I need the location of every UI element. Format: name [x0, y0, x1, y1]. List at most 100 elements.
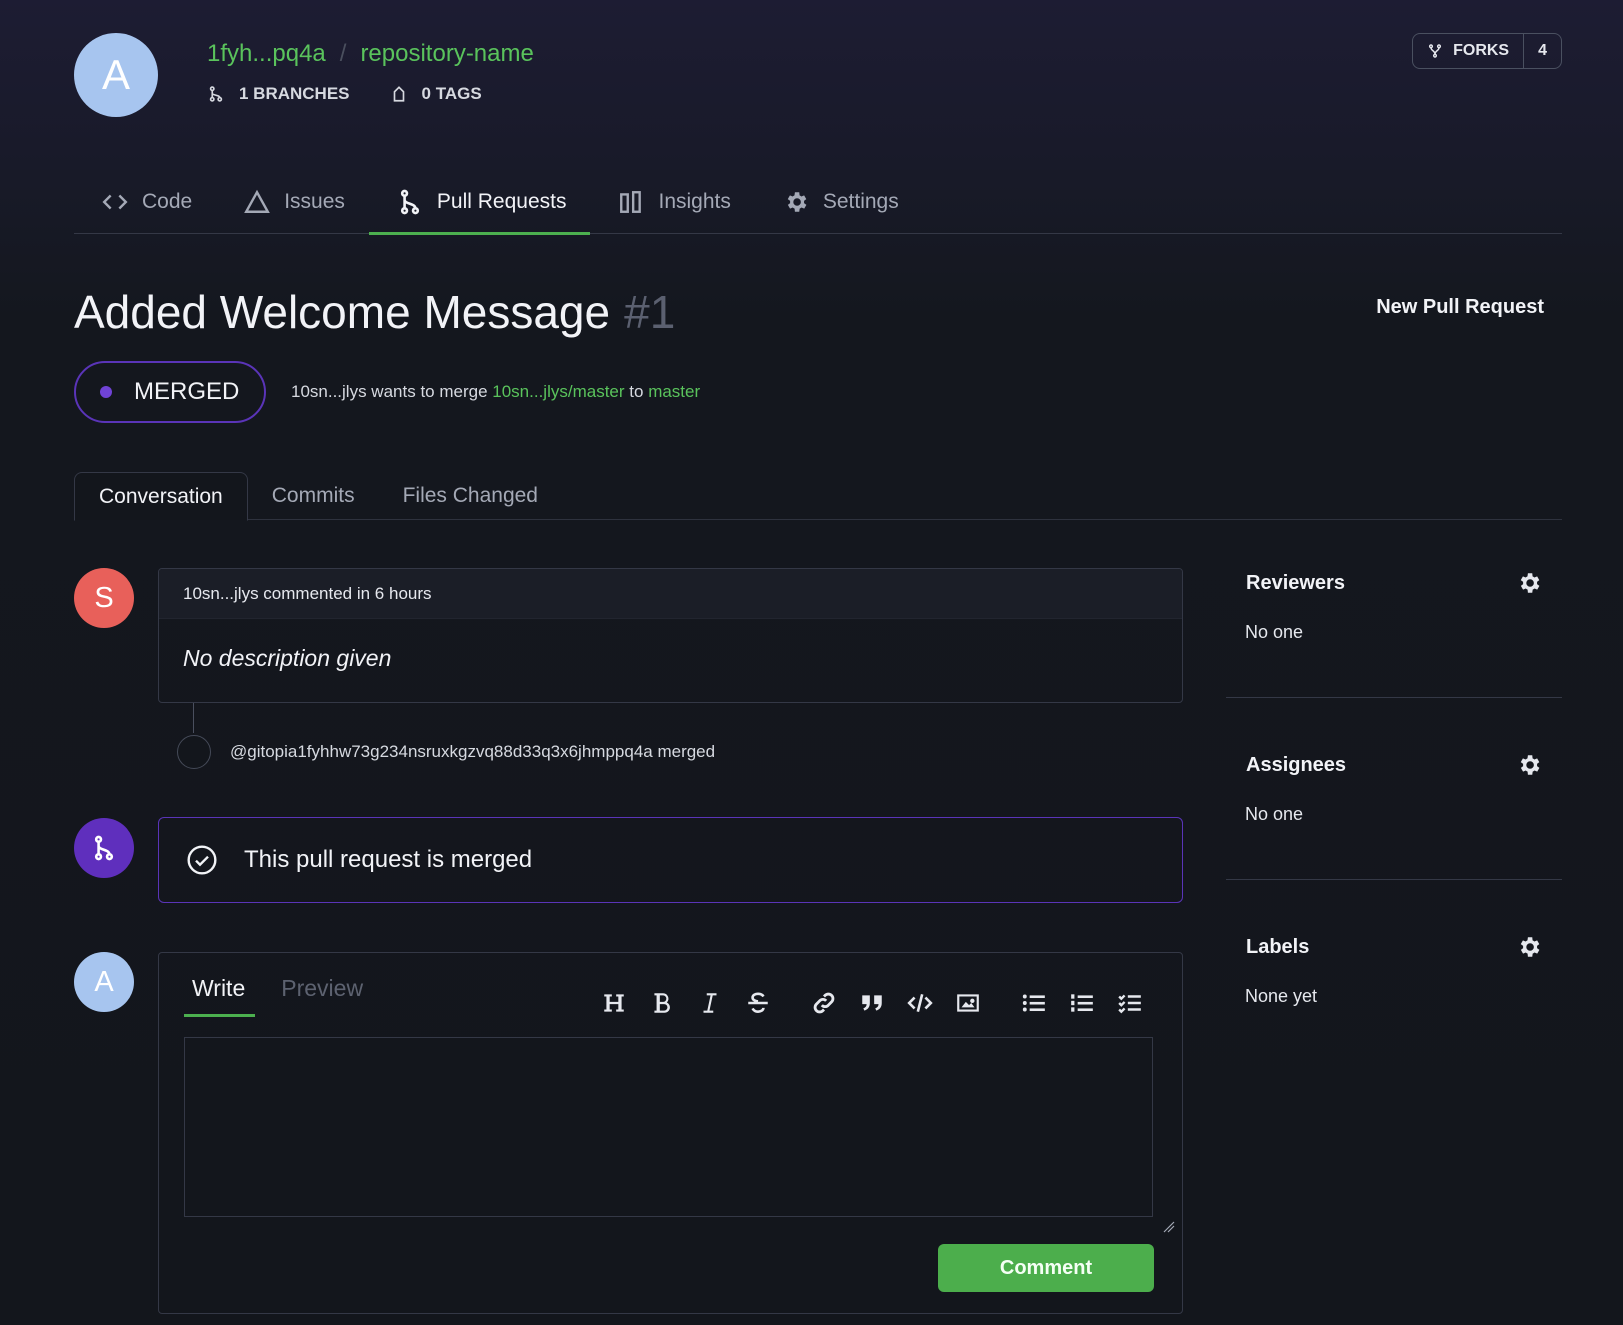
commenter-avatar[interactable]: S — [74, 568, 134, 628]
reviewers-section: Reviewers No one — [1226, 558, 1562, 698]
comment-body: No description given — [183, 645, 392, 671]
event-dot-icon — [177, 735, 211, 769]
merge-event-text: @gitopia1fyhhw73g234nsruxkgzvq88d33q3x6j… — [230, 742, 716, 761]
quote-icon — [862, 995, 882, 1011]
code-icon — [907, 994, 933, 1012]
merged-avatar — [74, 818, 134, 878]
status-badge: MERGED — [74, 361, 266, 423]
bold-icon — [654, 993, 670, 1013]
resize-handle-icon[interactable] — [1163, 1221, 1175, 1233]
bullet-list-icon — [1022, 994, 1045, 1012]
quote-button[interactable] — [848, 986, 896, 1020]
merged-banner: This pull request is merged — [158, 817, 1183, 903]
pull-request-icon — [400, 189, 420, 215]
status-label: MERGED — [134, 378, 240, 405]
gear-icon[interactable] — [1516, 934, 1542, 960]
branch-icon — [209, 86, 223, 102]
merge-user-text: 10sn...jlys wants to merge — [291, 382, 488, 401]
insights-icon — [620, 191, 642, 213]
merge-to-word: to — [629, 382, 644, 401]
heading-button[interactable] — [590, 986, 638, 1020]
code-button[interactable] — [896, 986, 944, 1020]
tab-preview[interactable]: Preview — [273, 975, 373, 1017]
tab-code[interactable]: Code — [74, 170, 216, 234]
branches-link[interactable]: 1 BRANCHES — [207, 84, 350, 104]
italic-button[interactable] — [686, 986, 734, 1020]
tab-commits[interactable]: Commits — [248, 472, 379, 520]
merge-icon — [94, 835, 114, 861]
tab-code-label: Code — [142, 190, 193, 213]
tab-files-changed[interactable]: Files Changed — [379, 472, 562, 520]
gear-icon — [787, 192, 807, 212]
forks-count: 4 — [1538, 42, 1547, 59]
reviewers-value: No one — [1245, 622, 1304, 642]
pr-title-text: Added Welcome Message — [74, 286, 611, 338]
timeline-connector — [193, 703, 194, 733]
gear-icon[interactable] — [1516, 752, 1542, 778]
comment-editor: Write Preview Comment — [158, 952, 1183, 1314]
page: A 1fyh...pq4a / repository-name 1 BRANCH… — [74, 0, 1562, 1325]
tab-settings[interactable]: Settings — [755, 170, 923, 234]
status-dot-icon — [100, 386, 112, 398]
task-list-button[interactable] — [1106, 986, 1154, 1020]
editor-toolbar — [590, 986, 1154, 1020]
check-circle-icon — [187, 845, 217, 875]
repo-breadcrumb: 1fyh...pq4a / repository-name — [207, 40, 534, 68]
reviewers-title: Reviewers — [1246, 572, 1345, 594]
tab-insights-label: Insights — [658, 190, 731, 213]
new-pull-request-button[interactable]: New Pull Request — [1376, 296, 1544, 319]
issues-icon — [244, 189, 271, 213]
bullet-list-button[interactable] — [1010, 986, 1058, 1020]
link-button[interactable] — [800, 986, 848, 1020]
tab-pull-requests[interactable]: Pull Requests — [368, 170, 591, 235]
comment-textarea[interactable] — [184, 1037, 1153, 1217]
image-button[interactable] — [944, 986, 992, 1020]
gear-icon[interactable] — [1516, 570, 1542, 596]
tags-link[interactable]: 0 TAGS — [390, 84, 482, 104]
tags-label: 0 TAGS — [421, 84, 482, 103]
bold-button[interactable] — [638, 986, 686, 1020]
image-icon — [957, 994, 979, 1012]
repo-name-link[interactable]: repository-name — [360, 40, 533, 68]
assignees-title: Assignees — [1246, 754, 1347, 776]
pr-subtabs: Conversation Commits Files Changed — [74, 472, 1562, 521]
pr-number: #1 — [624, 286, 676, 338]
numbered-list-icon — [1071, 994, 1093, 1012]
link-icon — [813, 992, 835, 1014]
italic-icon — [703, 993, 717, 1013]
forks-button[interactable]: FORKS 4 — [1412, 33, 1562, 69]
comment-card: 10sn...jlys commented in 6 hours No desc… — [158, 568, 1183, 703]
labels-value: None yet — [1245, 986, 1318, 1006]
numbered-list-button[interactable] — [1058, 986, 1106, 1020]
comment-button[interactable]: Comment — [938, 1244, 1154, 1292]
tab-conversation[interactable]: Conversation — [74, 472, 248, 521]
repo-owner-link[interactable]: 1fyh...pq4a — [207, 40, 326, 68]
tab-write[interactable]: Write — [184, 975, 256, 1017]
merge-to-branch[interactable]: master — [648, 382, 700, 401]
assignees-value: No one — [1245, 804, 1304, 824]
labels-section: Labels None yet — [1226, 922, 1562, 1062]
repo-avatar[interactable]: A — [74, 33, 158, 117]
repo-nav: Code Issues Pull Requests Insights Setti… — [74, 170, 1562, 235]
merge-from-branch[interactable]: 10sn...jlys/master — [492, 382, 624, 401]
assignees-section: Assignees No one — [1226, 740, 1562, 880]
strikethrough-button[interactable] — [734, 986, 782, 1020]
page-title: Added Welcome Message #1 — [74, 285, 675, 339]
merge-info: 10sn...jlys wants to merge 10sn...jlys/m… — [291, 382, 700, 402]
tab-issues-label: Issues — [284, 190, 345, 213]
forks-label-wrap: FORKS — [1413, 34, 1525, 68]
comment-header: 10sn...jlys commented in 6 hours — [159, 569, 1182, 619]
tag-icon — [393, 86, 404, 102]
current-user-avatar[interactable]: A — [74, 952, 134, 1012]
breadcrumb-separator: / — [339, 40, 347, 67]
tab-pull-requests-label: Pull Requests — [436, 190, 567, 213]
fork-icon — [1429, 44, 1442, 58]
branches-label: 1 BRANCHES — [239, 84, 350, 103]
tab-insights[interactable]: Insights — [590, 170, 754, 234]
strikethrough-icon — [748, 992, 768, 1013]
heading-icon — [604, 994, 624, 1012]
code-icon — [102, 194, 128, 210]
forks-label: FORKS — [1453, 42, 1510, 59]
tab-issues[interactable]: Issues — [216, 170, 369, 234]
tab-settings-label: Settings — [822, 190, 899, 213]
